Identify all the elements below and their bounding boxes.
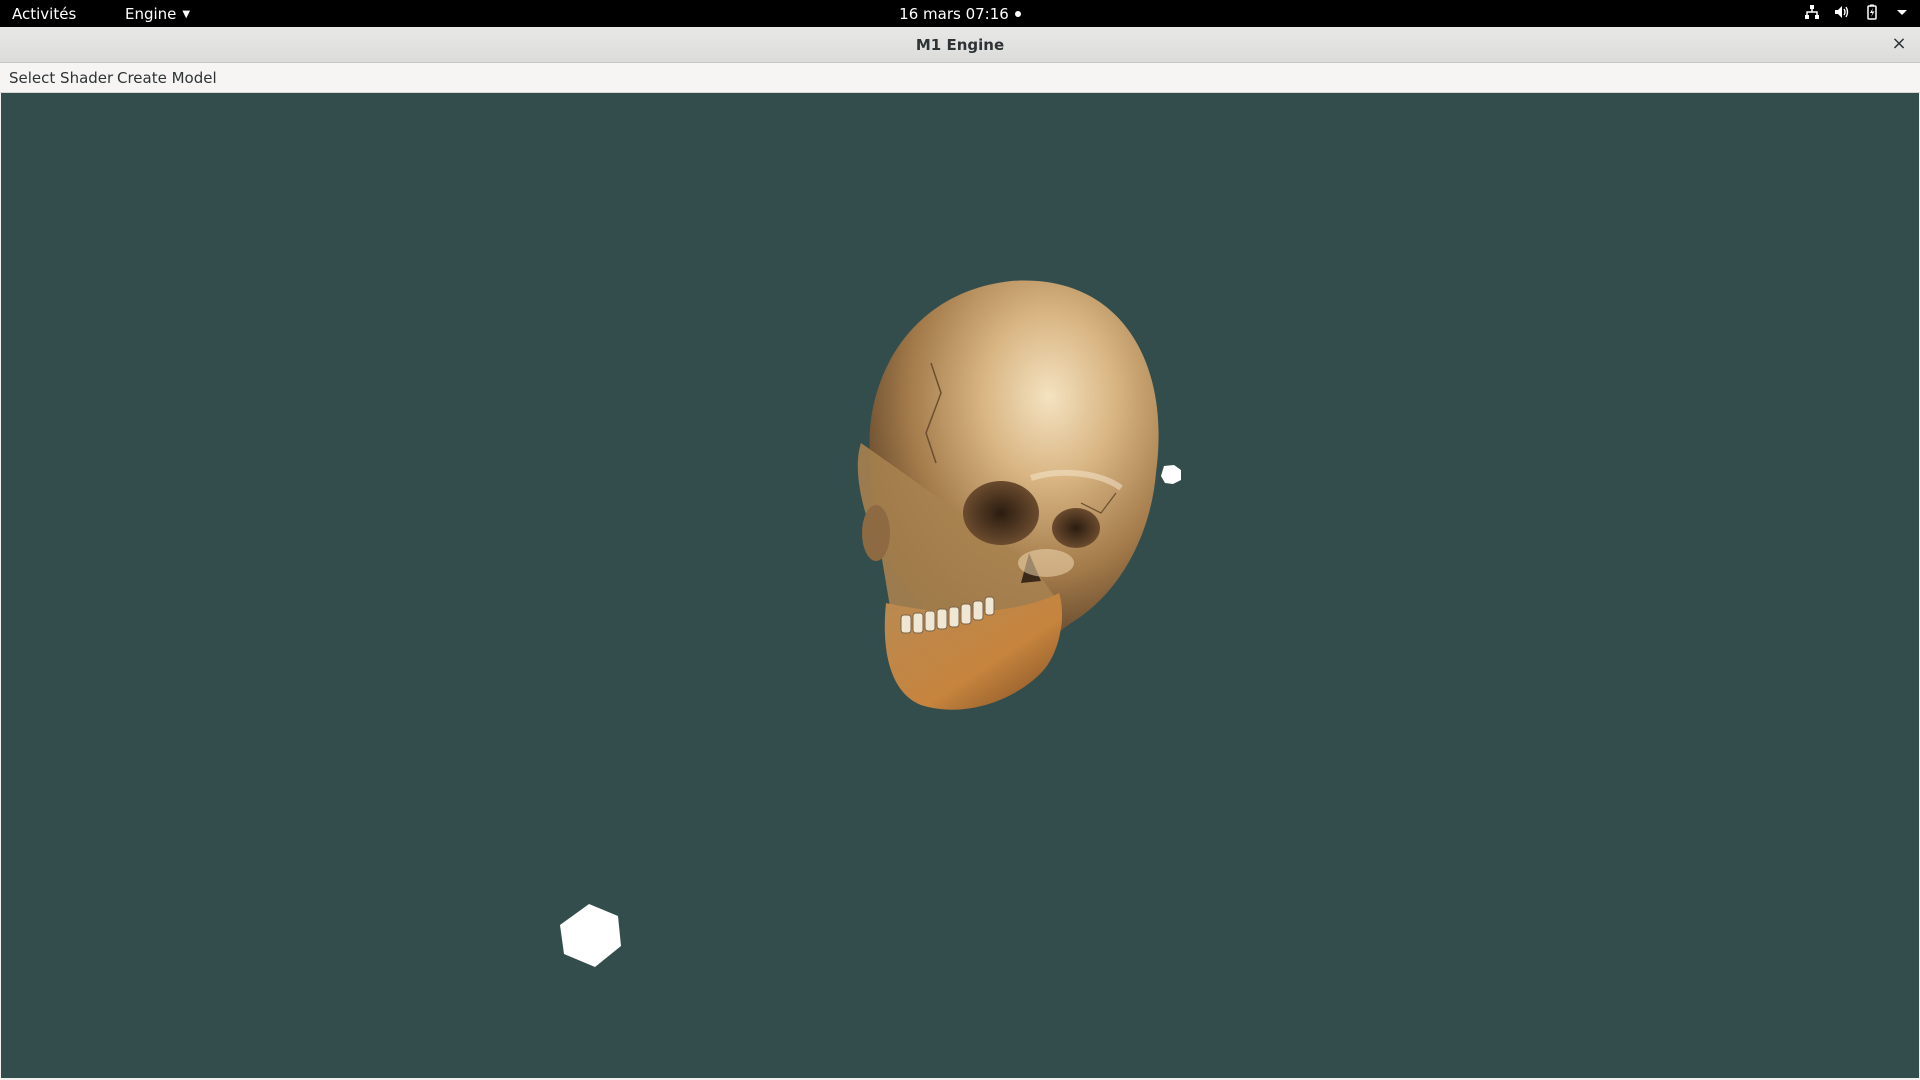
chevron-down-icon: ▼	[182, 9, 191, 20]
activities-button[interactable]: Activités	[12, 5, 76, 23]
scene-canvas	[560, 280, 1181, 967]
menu-create-model[interactable]: Create Model	[117, 69, 217, 87]
notification-dot-icon	[1014, 11, 1021, 17]
window-title: M1 Engine	[915, 36, 1005, 54]
close-button[interactable]: ×	[1888, 33, 1910, 55]
app-menu-label: Engine	[125, 5, 177, 23]
system-tray[interactable]	[1804, 4, 1910, 20]
app-window: M1 Engine × Select Shader Create Model	[0, 27, 1920, 1080]
clock-button[interactable]: 16 mars 07:16	[899, 5, 1021, 23]
network-icon	[1805, 5, 1819, 19]
menu-select-shader[interactable]: Select Shader	[9, 69, 113, 87]
system-menu-arrow-icon	[1897, 10, 1907, 15]
battery-icon	[1867, 4, 1877, 20]
clock-label: 16 mars 07:16	[899, 5, 1009, 23]
light-cube-small	[1161, 465, 1181, 484]
light-cube-large	[560, 904, 621, 967]
render-viewport[interactable]	[1, 93, 1919, 1078]
close-icon: ×	[1891, 33, 1907, 54]
clock: 16 mars 07:16	[0, 5, 1920, 23]
menu-bar: Select Shader Create Model	[0, 63, 1920, 93]
top-bar: Activités Engine ▼ 16 mars 07:16	[0, 0, 1920, 27]
volume-icon	[1835, 6, 1849, 18]
title-bar[interactable]: M1 Engine ×	[0, 27, 1920, 63]
app-menu-button[interactable]: Engine ▼	[125, 5, 190, 23]
skull-model	[857, 280, 1159, 710]
